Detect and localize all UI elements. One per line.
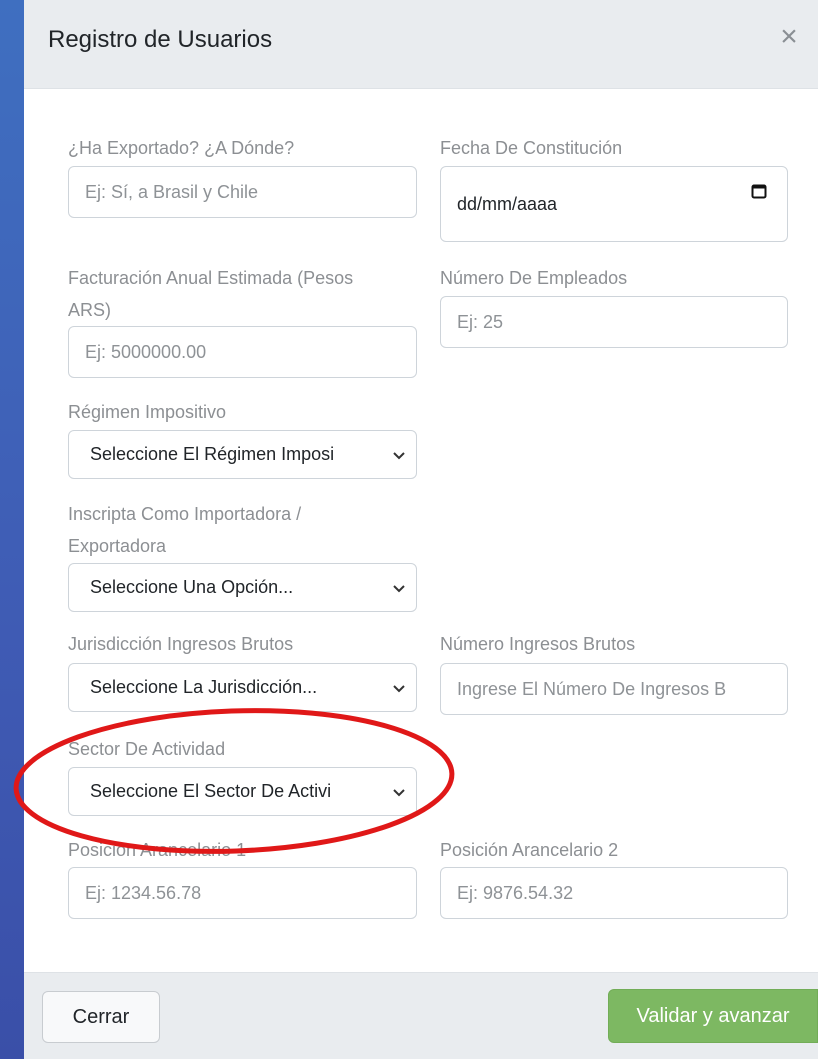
annual-revenue-input[interactable]: Ej: 5000000.00 — [68, 326, 417, 378]
tax-regime-selected: Seleccione El Régimen Imposi — [90, 444, 335, 464]
tax-regime-label: Régimen Impositivo — [68, 402, 227, 422]
employees-label: Número De Empleados — [440, 268, 628, 288]
tariff-2-label: Posición Arancelario 2 — [440, 840, 619, 860]
gross-income-number-input[interactable]: Ingrese El Número De Ingresos B — [440, 663, 788, 715]
exported-input[interactable]: Ej: Sí, a Brasil y Chile — [68, 166, 417, 218]
importer-exporter-selected: Seleccione Una Opción... — [90, 577, 294, 597]
importer-exporter-label-line1: Inscripta Como Importadora / — [68, 504, 302, 524]
gross-income-number-label: Número Ingresos Brutos — [440, 634, 636, 654]
tariff-2-input[interactable]: Ej: 9876.54.32 — [440, 867, 788, 919]
chevron-down-icon — [393, 685, 405, 693]
close-icon[interactable]: × — [774, 22, 804, 52]
modal-header: Registro de Usuarios × — [24, 0, 818, 89]
modal-title: Registro de Usuarios — [48, 26, 273, 53]
constitution-date-label: Fecha De Constitución — [440, 138, 623, 158]
tariff-1-label: Posición Arancelario 1 — [68, 840, 247, 860]
exported-label: ¿Ha Exportado? ¿A Dónde? — [68, 138, 295, 158]
importer-exporter-label-line2: Exportadora — [68, 536, 167, 556]
constitution-date-input[interactable]: dd/mm/aaaa — [440, 166, 788, 242]
annual-revenue-label: Facturación Anual Estimada (Pesos ARS) — [68, 262, 417, 326]
annual-revenue-label-line1: Facturación Anual Estimada (Pesos — [68, 268, 354, 288]
jurisdiction-selected: Seleccione La Jurisdicción... — [90, 677, 318, 697]
tariff-1-input[interactable]: Ej: 1234.56.78 — [68, 867, 417, 919]
activity-sector-select[interactable]: Seleccione El Sector De Activi — [68, 767, 417, 816]
close-button[interactable]: Cerrar — [42, 991, 160, 1043]
validate-and-continue-button[interactable]: Validar y avanzar — [608, 989, 818, 1043]
modal-footer: Cerrar Validar y avanzar — [24, 972, 818, 1059]
jurisdiction-label: Jurisdicción Ingresos Brutos — [68, 634, 294, 654]
registration-modal: Registro de Usuarios × ¿Ha Exportado? ¿A… — [24, 0, 818, 1059]
importer-exporter-select[interactable]: Seleccione Una Opción... — [68, 563, 417, 612]
jurisdiction-select[interactable]: Seleccione La Jurisdicción... — [68, 663, 417, 712]
calendar-icon[interactable] — [751, 183, 767, 199]
chevron-down-icon — [393, 585, 405, 593]
constitution-date-value: dd/mm/aaaa — [457, 193, 558, 214]
tax-regime-select[interactable]: Seleccione El Régimen Imposi — [68, 430, 417, 479]
importer-exporter-label: Inscripta Como Importadora / Exportadora — [68, 498, 417, 562]
annual-revenue-label-line2: ARS) — [68, 300, 112, 320]
chevron-down-icon — [393, 452, 405, 460]
employees-input[interactable]: Ej: 25 — [440, 296, 788, 348]
activity-sector-label: Sector De Actividad — [68, 739, 226, 759]
activity-sector-selected: Seleccione El Sector De Activi — [90, 781, 332, 801]
chevron-down-icon — [393, 789, 405, 797]
